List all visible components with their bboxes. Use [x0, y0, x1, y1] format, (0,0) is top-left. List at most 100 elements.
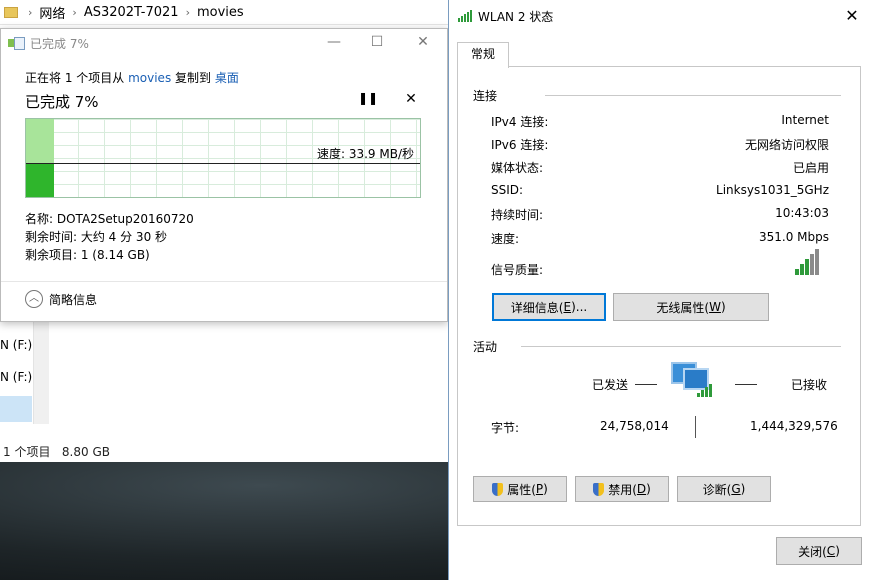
- breadcrumb-nas[interactable]: AS3202T-7021: [84, 5, 179, 20]
- title-bar[interactable]: 已完成 7% — ☐ ✕: [1, 29, 447, 57]
- items-remaining-row: 剩余项目: 1 (8.14 GB): [25, 248, 150, 262]
- copy-prefix: 正在将 1 个项目从: [25, 71, 125, 85]
- nav-item-drive[interactable]: N (F:): [0, 338, 32, 352]
- destination-link[interactable]: 桌面: [215, 71, 239, 85]
- progress-fill-dark: [26, 163, 54, 197]
- speed-line: [26, 163, 420, 164]
- chevron-right-icon: ›: [72, 5, 77, 19]
- diagnose-button-key: G: [731, 482, 741, 496]
- media-state-value: 已启用: [792, 161, 829, 175]
- signal-bar: [805, 259, 809, 275]
- breadcrumb-network[interactable]: 网络: [39, 3, 65, 22]
- progress-fill-light: [26, 119, 54, 163]
- duration-value: 10:43:03: [775, 206, 829, 220]
- media-state-label: 媒体状态:: [491, 161, 544, 175]
- copy-icon: [8, 37, 25, 50]
- divider: [1, 281, 447, 282]
- ipv4-label: IPv4 连接:: [491, 115, 549, 129]
- source-link[interactable]: movies: [128, 71, 171, 85]
- bytes-received-value: 1,444,329,576: [750, 419, 838, 433]
- time-remaining-row: 剩余时间: 大约 4 分 30 秒: [25, 230, 168, 244]
- chevron-right-icon: ›: [28, 5, 33, 19]
- title-bar[interactable]: WLAN 2 状态 ✕: [449, 0, 872, 32]
- connection-header: 连接: [473, 89, 498, 103]
- disable-button[interactable]: 禁用(D): [575, 476, 669, 502]
- wifi-icon: [458, 10, 472, 22]
- nav-scrollbar[interactable]: [33, 320, 49, 424]
- speed-label: 速度: 33.9 MB/秒: [316, 147, 414, 161]
- file-name-row: 名称: DOTA2Setup20160720: [25, 212, 194, 226]
- close-button-label: 关闭(: [798, 544, 827, 559]
- bytes-label: 字节:: [491, 421, 520, 435]
- folder-icon: [4, 6, 18, 18]
- details-button[interactable]: 详细信息(E)...: [492, 293, 606, 321]
- wireless-button-key: W: [709, 300, 721, 314]
- details-button-tail: )...: [571, 300, 588, 314]
- bytes-divider: [695, 416, 696, 438]
- close-button[interactable]: ✕: [843, 6, 861, 25]
- sent-label: 已发送: [592, 378, 629, 392]
- copy-description: 正在将 1 个项目从 movies 复制到 桌面: [25, 69, 239, 86]
- signal-bar: [795, 269, 799, 275]
- close-button-tail: ): [835, 544, 840, 558]
- fewer-details-button[interactable]: ︿ 简略信息: [25, 290, 97, 308]
- duration-label: 持续时间:: [491, 208, 544, 222]
- network-computer-icon: [671, 360, 712, 400]
- item-count: 1 个项目: [3, 445, 51, 459]
- copy-progress-dialog: 已完成 7% — ☐ ✕ 正在将 1 个项目从 movies 复制到 桌面 已完…: [0, 28, 448, 322]
- dash-line: [735, 384, 757, 385]
- properties-button[interactable]: 属性(P): [473, 476, 567, 502]
- activity-header: 活动: [473, 340, 498, 354]
- tab-general[interactable]: 常规: [457, 42, 509, 68]
- signal-strength-icon: [795, 249, 819, 275]
- close-button[interactable]: ✕: [413, 33, 433, 51]
- window-title: 已完成 7%: [30, 36, 89, 51]
- disable-button-key: D: [636, 482, 647, 496]
- speed-label: 速度:: [491, 232, 520, 246]
- diagnose-button[interactable]: 诊断(G): [677, 476, 771, 502]
- ssid-value: Linksys1031_5GHz: [716, 183, 829, 197]
- ipv4-value: Internet: [781, 113, 829, 127]
- properties-button-label: 属性(: [507, 482, 536, 497]
- percent-complete: 已完成 7%: [25, 93, 99, 111]
- chevron-up-icon: ︿: [25, 290, 43, 308]
- group-divider: [545, 95, 841, 96]
- signal-bar: [815, 249, 819, 275]
- fewer-details-label: 简略信息: [49, 292, 98, 307]
- disable-button-tail: ): [646, 482, 651, 496]
- signal-quality-label: 信号质量:: [491, 263, 544, 277]
- received-label: 已接收: [791, 378, 828, 392]
- details-button-key: E: [563, 300, 572, 314]
- maximize-button[interactable]: ☐: [367, 33, 387, 51]
- address-bar[interactable]: › 网络 › AS3202T-7021 › movies: [0, 0, 448, 25]
- breadcrumb-movies[interactable]: movies: [197, 5, 244, 20]
- bytes-sent-value: 24,758,014: [600, 419, 669, 433]
- transfer-speed-graph: 速度: 33.9 MB/秒: [25, 118, 421, 198]
- speed-value: 351.0 Mbps: [758, 230, 829, 244]
- wireless-button-label: 无线属性(: [656, 300, 710, 315]
- dash-line: [635, 384, 657, 385]
- details-button-label: 详细信息(: [510, 300, 564, 315]
- shield-icon: [593, 482, 605, 496]
- pause-icon[interactable]: ❚❚: [358, 91, 378, 109]
- copy-mid: 复制到: [175, 71, 212, 85]
- group-divider: [521, 346, 841, 347]
- nav-item-drive[interactable]: N (F:): [0, 370, 32, 384]
- ssid-label: SSID:: [491, 183, 524, 197]
- shield-icon: [492, 482, 504, 496]
- close-icon[interactable]: ✕: [403, 91, 419, 109]
- wlan-status-dialog: WLAN 2 状态 ✕ 常规 连接 IPv4 连接: Internet IPv6…: [448, 0, 872, 580]
- nav-item-selected[interactable]: [0, 396, 32, 422]
- close-dialog-button[interactable]: 关闭(C): [776, 537, 862, 565]
- minimize-button[interactable]: —: [324, 33, 344, 51]
- ipv6-label: IPv6 连接:: [491, 138, 549, 152]
- wireless-properties-button[interactable]: 无线属性(W): [613, 293, 769, 321]
- signal-bar: [800, 264, 804, 275]
- properties-button-key: P: [535, 482, 544, 496]
- chevron-right-icon: ›: [185, 5, 190, 19]
- item-size: 8.80 GB: [61, 445, 110, 459]
- diagnose-button-label: 诊断(: [702, 482, 732, 497]
- close-button-key: C: [826, 544, 836, 558]
- diagnose-button-tail: ): [740, 482, 746, 496]
- window-title: WLAN 2 状态: [478, 9, 554, 24]
